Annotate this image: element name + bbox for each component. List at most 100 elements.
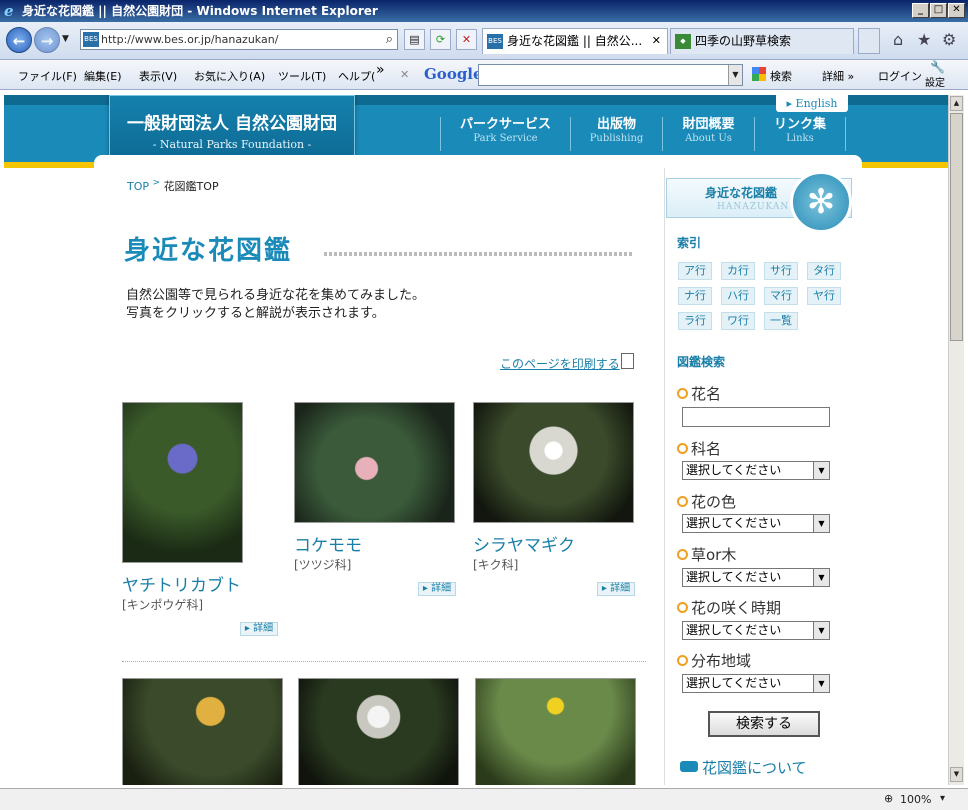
select-value: 選択してください	[686, 516, 782, 530]
compat-view-button[interactable]: ▤	[404, 29, 425, 50]
url-input[interactable]: BES http://www.bes.or.jp/hanazukan/ ⌕	[80, 29, 398, 50]
tab-favicon-icon: BES	[487, 34, 503, 49]
menu-edit[interactable]: 編集(E)	[84, 68, 122, 84]
history-dropdown-icon[interactable]: ▼	[62, 34, 69, 44]
stop-button[interactable]: ✕	[456, 29, 477, 50]
tools-gear-icon[interactable]: ⚙	[942, 30, 956, 49]
color-select[interactable]: 選択してください ▼	[682, 514, 830, 533]
detail-button-yachitorikabuto[interactable]: ▸ 詳細	[240, 622, 278, 636]
tab-hanazukan[interactable]: BES 身近な花図鑑 || 自然公... ✕	[482, 28, 668, 54]
login-button[interactable]: ログイン	[878, 68, 922, 84]
tab-close-icon[interactable]: ✕	[652, 29, 661, 53]
settings-button[interactable]: 設定	[925, 74, 945, 89]
google-close-icon[interactable]: ✕	[400, 68, 409, 81]
menu-help[interactable]: ヘルプ(	[338, 68, 375, 84]
index-sa[interactable]: サ行	[764, 262, 798, 280]
google-search-button[interactable]: 検索	[770, 68, 792, 84]
scroll-down-icon[interactable]: ▼	[950, 767, 963, 782]
bloom-season-select[interactable]: 選択してください ▼	[682, 621, 830, 640]
flower-name-kokemomo[interactable]: コケモモ	[294, 531, 362, 556]
favorites-star-icon[interactable]: ★	[917, 30, 931, 49]
banner-title: 身近な花図鑑	[705, 186, 778, 200]
index-ra[interactable]: ラ行	[678, 312, 712, 330]
label-bloom-season: 花の咲く時期	[677, 597, 781, 618]
menu-view[interactable]: 表示(V)	[139, 68, 177, 84]
nav-label-en: Park Service	[473, 133, 538, 144]
flower-name-shirayamagiku[interactable]: シラヤマギク	[473, 531, 575, 556]
photo-kokemomo[interactable]	[294, 402, 455, 523]
menu-file[interactable]: ファイル(F)	[18, 68, 77, 84]
plant-type-select[interactable]: 選択してください ▼	[682, 568, 830, 587]
detail-button-kokemomo[interactable]: ▸ 詳細	[418, 582, 456, 596]
zoom-level[interactable]: 100%	[900, 793, 931, 806]
print-document-icon[interactable]	[621, 353, 634, 369]
search-icon[interactable]: ⌕	[386, 30, 393, 49]
home-icon[interactable]: ⌂	[893, 30, 903, 49]
vertical-scrollbar[interactable]: ▲ ▼	[948, 95, 964, 785]
index-heading: 索引	[677, 236, 702, 250]
index-a[interactable]: ア行	[678, 262, 712, 280]
nav-links[interactable]: リンク集 Links	[754, 117, 846, 151]
org-name-en: - Natural Parks Foundation -	[152, 138, 312, 151]
photo-yachitorikabuto[interactable]	[122, 402, 243, 563]
index-ta[interactable]: タ行	[807, 262, 841, 280]
breadcrumb: TOP > 花図鑑TOP	[127, 178, 219, 194]
forward-button[interactable]: →	[34, 27, 60, 53]
menu-tools[interactable]: ツール(T)	[278, 68, 326, 84]
flower-family: [キンポウゲ科]	[122, 598, 204, 612]
page-title: 身近な花図鑑	[124, 236, 293, 266]
page-viewport: 一般財団法人 自然公園財団 - Natural Parks Foundation…	[4, 95, 948, 785]
nav-park-service[interactable]: パークサービス Park Service	[440, 117, 570, 151]
photo-flower-4[interactable]	[122, 678, 283, 785]
nav-about-us[interactable]: 財団概要 About Us	[662, 117, 754, 151]
label-plant-type: 草or木	[677, 544, 736, 565]
minimize-button[interactable]: _	[912, 3, 929, 18]
org-name: 一般財団法人 自然公園財団	[127, 114, 337, 134]
close-window-button[interactable]: ✕	[948, 3, 965, 18]
nav-publishing[interactable]: 出版物 Publishing	[570, 117, 662, 151]
nav-label-ja: パークサービス	[459, 117, 551, 132]
flower-family: [キク科]	[473, 558, 519, 572]
flower-name-yachitorikabuto[interactable]: ヤチトリカブト	[122, 571, 241, 596]
google-dropdown-icon[interactable]: ▼	[728, 65, 742, 85]
region-select[interactable]: 選択してください ▼	[682, 674, 830, 693]
google-search-input[interactable]	[478, 64, 743, 86]
photo-flower-6[interactable]	[475, 678, 636, 785]
english-link[interactable]: ▸ English	[776, 95, 848, 112]
window-title: 身近な花図鑑 || 自然公園財団 - Windows Internet Expl…	[22, 4, 378, 18]
scroll-up-icon[interactable]: ▲	[950, 96, 963, 111]
photo-flower-5[interactable]	[298, 678, 459, 785]
detail-button[interactable]: 詳細 »	[822, 68, 854, 84]
detail-button-shirayamagiku[interactable]: ▸ 詳細	[597, 582, 635, 596]
index-ha[interactable]: ハ行	[721, 287, 755, 305]
refresh-button[interactable]: ⟳	[430, 29, 451, 50]
zoom-icon[interactable]: ⊕	[884, 792, 893, 805]
tab-sanyasou[interactable]: ◆ 四季の山野草検索	[670, 28, 854, 54]
search-button[interactable]: 検索する	[708, 711, 820, 737]
breadcrumb-top-link[interactable]: TOP	[127, 180, 149, 193]
zoom-dropdown-icon[interactable]: ▾	[940, 793, 945, 804]
flower-name-input[interactable]	[682, 407, 830, 427]
scrollbar-thumb[interactable]	[950, 113, 963, 341]
label-region: 分布地域	[677, 650, 751, 671]
family-select[interactable]: 選択してください ▼	[682, 461, 830, 480]
index-ya[interactable]: ヤ行	[807, 287, 841, 305]
google-g-icon	[752, 67, 766, 81]
index-wa[interactable]: ワ行	[721, 312, 755, 330]
index-ka[interactable]: カ行	[721, 262, 755, 280]
print-page-link[interactable]: このページを印刷する	[500, 355, 620, 372]
maximize-button[interactable]: □	[930, 3, 947, 18]
index-ma[interactable]: マ行	[764, 287, 798, 305]
new-tab-button[interactable]	[858, 28, 880, 54]
about-hanazukan-link[interactable]: 花図鑑について	[680, 757, 807, 778]
menu-more-icon[interactable]: »	[376, 62, 385, 78]
index-na[interactable]: ナ行	[678, 287, 712, 305]
flower-family: [ツツジ科]	[294, 558, 352, 572]
menu-favorites[interactable]: お気に入り(A)	[194, 68, 265, 84]
tab-label: 四季の山野草検索	[695, 34, 792, 48]
title-rule	[324, 252, 634, 256]
back-button[interactable]: ←	[6, 27, 32, 53]
photo-shirayamagiku[interactable]	[473, 402, 634, 523]
index-all[interactable]: 一覧	[764, 312, 798, 330]
title-bar: e 身近な花図鑑 || 自然公園財団 - Windows Internet Ex…	[0, 0, 968, 22]
